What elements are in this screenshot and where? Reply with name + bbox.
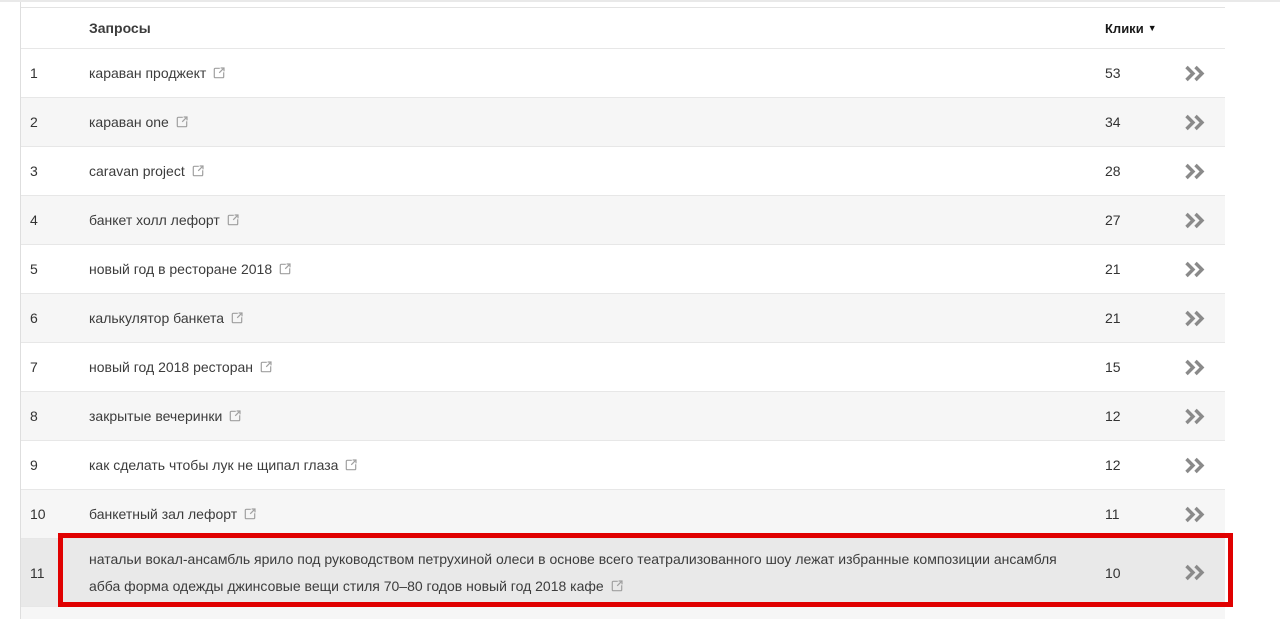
row-index: 6	[30, 310, 38, 326]
expand-chevron-icon[interactable]	[1183, 114, 1206, 131]
row-index: 5	[30, 261, 38, 277]
query-cell: калькулятор банкета	[89, 305, 1085, 332]
clicks-value: 12	[1105, 408, 1121, 424]
external-link-icon[interactable]	[611, 574, 623, 601]
expand-chevron-icon[interactable]	[1183, 212, 1206, 229]
external-link-icon[interactable]	[192, 159, 204, 186]
row-index: 2	[30, 114, 38, 130]
query-cell: банкет холл лефорт	[89, 207, 1085, 234]
clicks-value: 12	[1105, 457, 1121, 473]
row-index: 1	[30, 65, 38, 81]
external-link-icon[interactable]	[244, 502, 256, 529]
actions-cell	[1163, 564, 1225, 581]
external-link-icon[interactable]	[260, 355, 272, 382]
clicks-value: 53	[1105, 65, 1121, 81]
row-index: 11	[30, 564, 45, 581]
clicks-value: 28	[1105, 163, 1121, 179]
query-cell: новый год 2018 ресторан	[89, 354, 1085, 381]
expand-chevron-icon[interactable]	[1183, 408, 1206, 425]
row-index: 10	[30, 506, 46, 522]
table-row: 4 банкет холл лефорт 27	[21, 195, 1225, 244]
query-link[interactable]: натальи вокал-ансамбль ярило под руковод…	[89, 551, 1057, 594]
sort-desc-icon[interactable]: ▼	[1148, 23, 1157, 33]
clicks-column-header[interactable]: Клики ▼	[1085, 21, 1163, 36]
query-cell: новый год в ресторане 2018	[89, 256, 1085, 283]
actions-cell	[1163, 163, 1225, 180]
query-link[interactable]: новый год 2018 ресторан	[89, 359, 253, 375]
external-link-icon[interactable]	[176, 110, 188, 137]
clicks-value: 15	[1105, 359, 1121, 375]
expand-chevron-icon[interactable]	[1183, 261, 1206, 278]
table-row: 7 новый год 2018 ресторан 15	[21, 342, 1225, 391]
query-link[interactable]: банкетный зал лефорт	[89, 506, 237, 522]
clicks-value: 11	[1105, 506, 1120, 522]
external-link-icon[interactable]	[345, 453, 358, 480]
row-index: 4	[30, 212, 38, 228]
query-link[interactable]: караван проджект	[89, 65, 206, 81]
expand-chevron-icon[interactable]	[1183, 65, 1206, 82]
query-link[interactable]: caravan project	[89, 163, 185, 179]
row-index: 7	[30, 359, 38, 375]
query-link[interactable]: банкет холл лефорт	[89, 212, 220, 228]
search-queries-table: Запросы Клики ▼ 1 караван проджект 53 2 …	[21, 7, 1233, 619]
external-link-icon[interactable]	[229, 404, 241, 431]
query-link[interactable]: калькулятор банкета	[89, 310, 224, 326]
expand-chevron-icon[interactable]	[1183, 359, 1206, 376]
table-row: 3 caravan project 28	[21, 146, 1225, 195]
clicks-value: 10	[1105, 564, 1121, 581]
queries-column-header: Запросы	[89, 15, 1085, 42]
table-row: 6 калькулятор банкета 21	[21, 293, 1225, 342]
queries-column-label: Запросы	[89, 19, 151, 36]
query-cell: закрытые вечеринки	[89, 403, 1085, 430]
query-link[interactable]: закрытые вечеринки	[89, 408, 222, 424]
query-cell: натальи вокал-ансамбль ярило под руковод…	[89, 546, 1085, 600]
external-link-icon[interactable]	[231, 306, 243, 333]
query-cell: караван проджект	[89, 60, 1085, 87]
query-cell: caravan project	[89, 158, 1085, 185]
table-body: 1 караван проджект 53 2 караван one 34 3…	[21, 48, 1233, 607]
clicks-value: 21	[1105, 310, 1121, 326]
clicks-value: 21	[1105, 261, 1121, 277]
table-row: 11 натальи вокал-ансамбль ярило под руко…	[21, 533, 1233, 607]
top-divider	[0, 0, 1280, 2]
table-row: 2 караван one 34	[21, 97, 1225, 146]
row-index: 3	[30, 163, 38, 179]
expand-chevron-icon[interactable]	[1183, 310, 1206, 327]
query-cell: караван one	[89, 109, 1085, 136]
actions-cell	[1163, 310, 1225, 327]
table-row: 5 новый год в ресторане 2018 21	[21, 244, 1225, 293]
actions-cell	[1163, 408, 1225, 425]
expand-chevron-icon[interactable]	[1183, 457, 1206, 474]
external-link-icon[interactable]	[227, 208, 239, 235]
expand-chevron-icon[interactable]	[1183, 163, 1206, 180]
actions-cell	[1163, 212, 1225, 229]
table-row: 10 банкетный зал лефорт 11	[21, 489, 1225, 538]
external-link-icon[interactable]	[213, 61, 225, 88]
partial-next-row	[21, 606, 1225, 619]
actions-cell	[1163, 359, 1225, 376]
table-header-row: Запросы Клики ▼	[21, 8, 1225, 48]
expand-chevron-icon[interactable]	[1183, 506, 1206, 523]
clicks-value: 34	[1105, 114, 1121, 130]
query-cell: банкетный зал лефорт	[89, 501, 1085, 528]
actions-cell	[1163, 114, 1225, 131]
row-index: 8	[30, 408, 38, 424]
actions-cell	[1163, 457, 1225, 474]
query-link[interactable]: караван one	[89, 114, 169, 130]
table-row: 8 закрытые вечеринки 12	[21, 391, 1225, 440]
table-row: 1 караван проджект 53	[21, 48, 1225, 97]
clicks-value: 27	[1105, 212, 1121, 228]
actions-cell	[1163, 506, 1225, 523]
external-link-icon[interactable]	[279, 257, 291, 284]
query-link[interactable]: новый год в ресторане 2018	[89, 261, 272, 277]
query-link[interactable]: как сделать чтобы лук не щипал глаза	[89, 457, 338, 473]
expand-chevron-icon[interactable]	[1183, 564, 1206, 581]
query-cell: как сделать чтобы лук не щипал глаза	[89, 452, 1085, 479]
actions-cell	[1163, 65, 1225, 82]
actions-cell	[1163, 261, 1225, 278]
clicks-column-label[interactable]: Клики	[1105, 21, 1144, 36]
table-row: 9 как сделать чтобы лук не щипал глаза 1…	[21, 440, 1225, 489]
row-index: 9	[30, 457, 38, 473]
